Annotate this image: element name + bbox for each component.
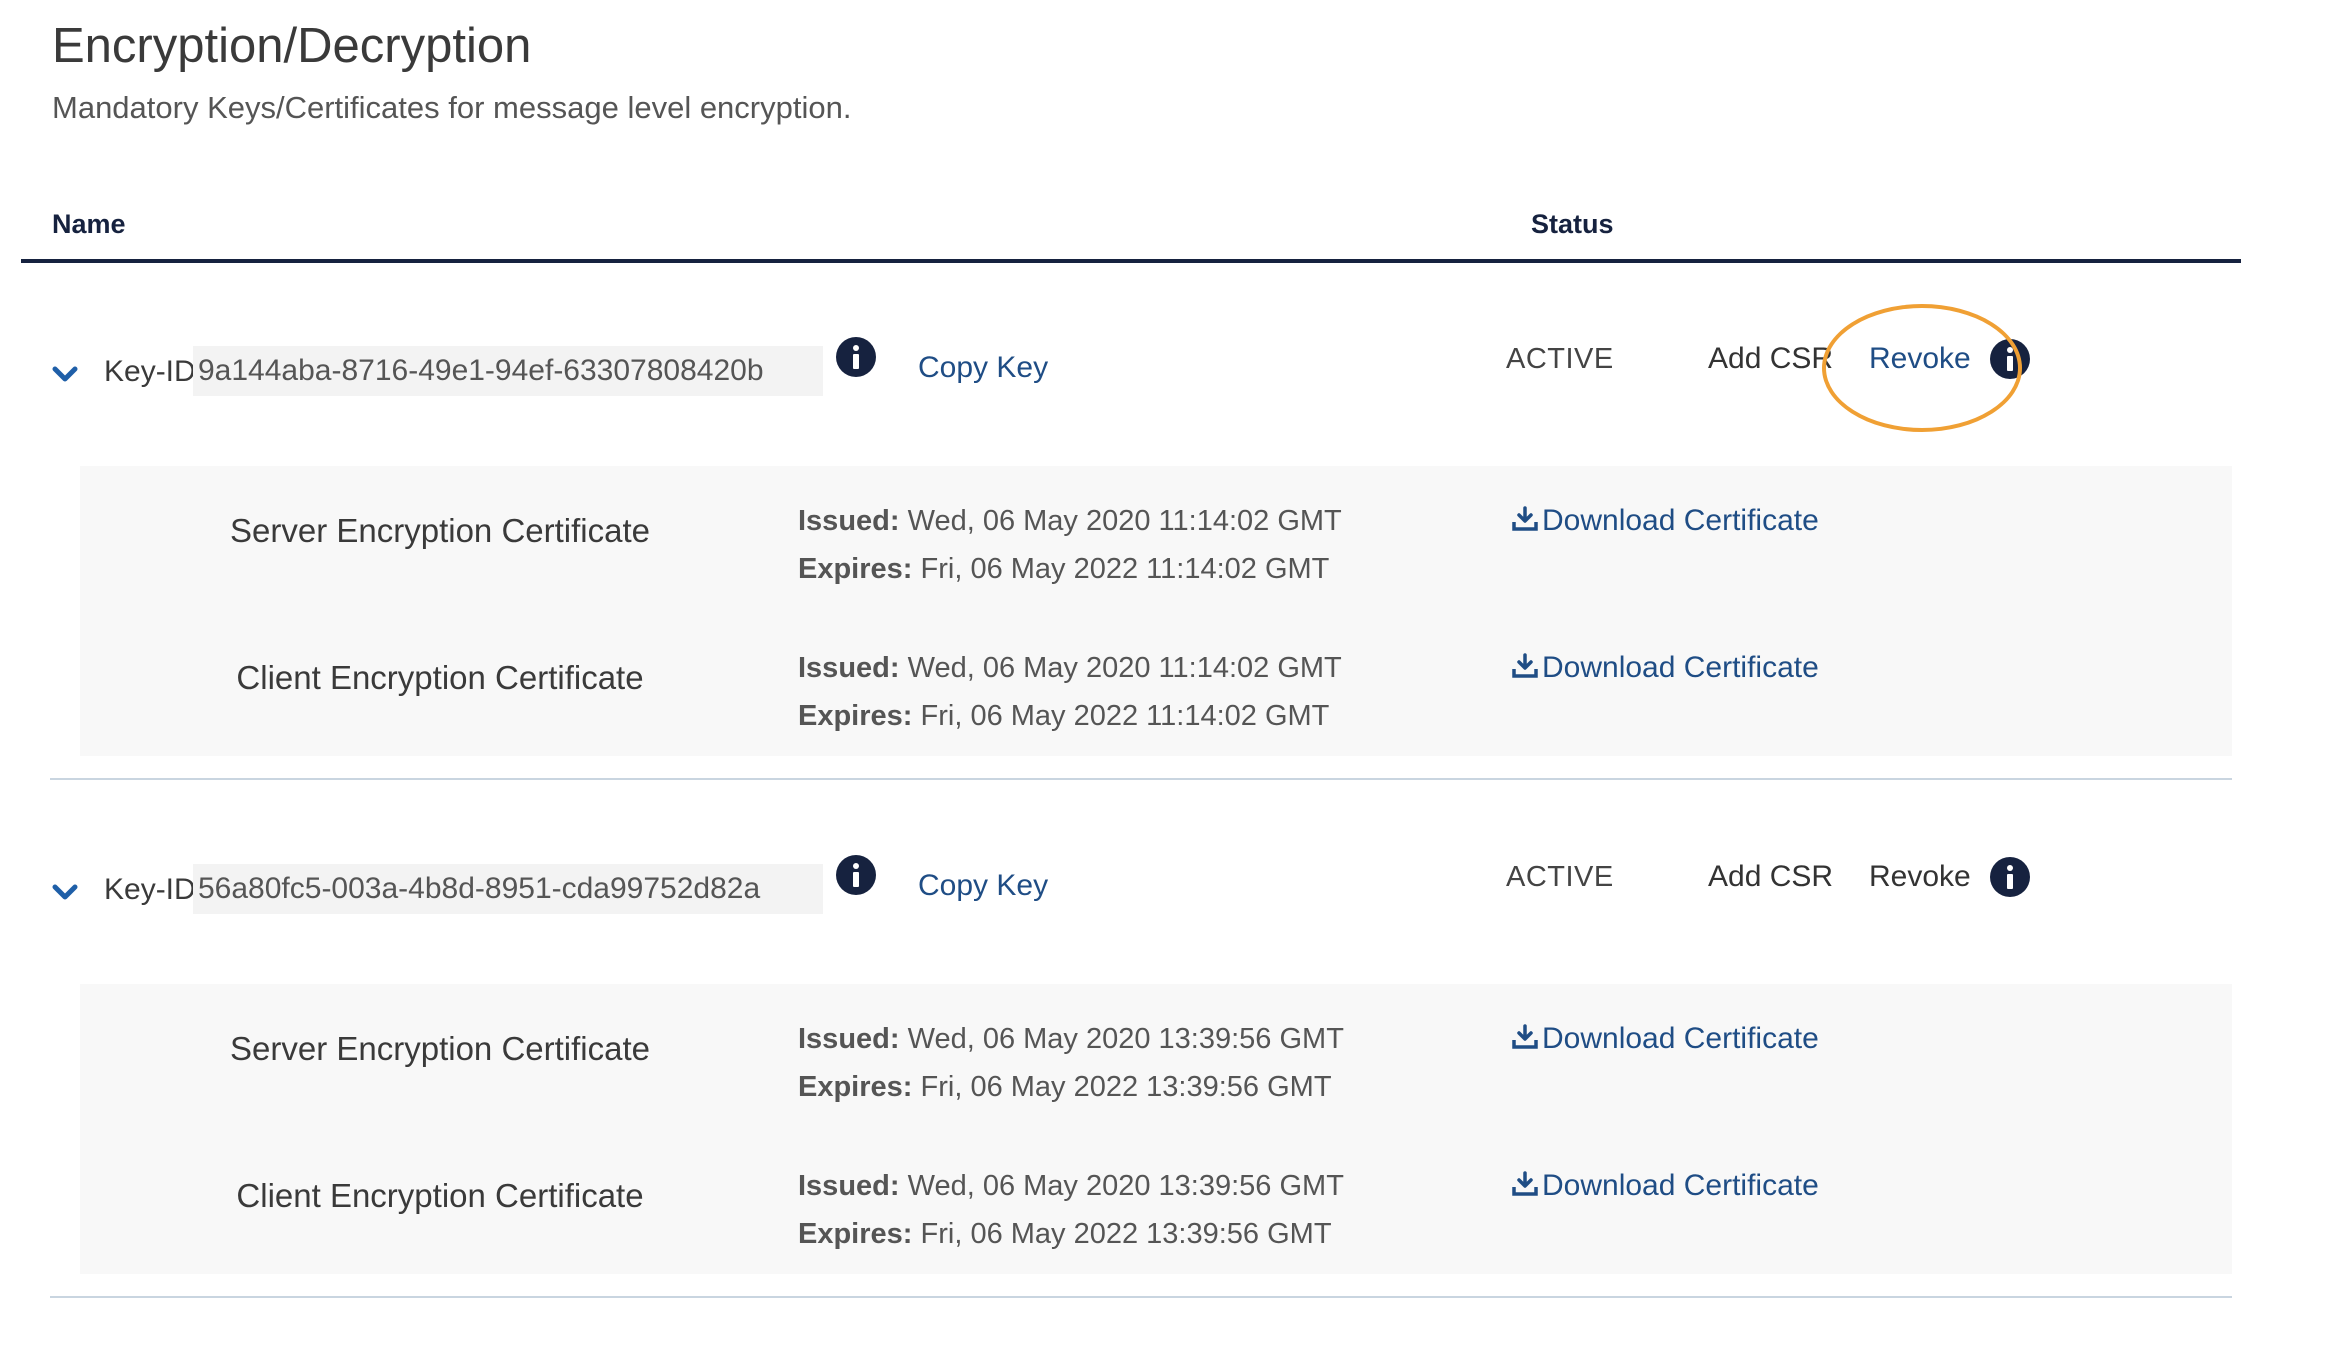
revoke-button[interactable]: Revoke — [1869, 857, 1971, 897]
download-icon — [1512, 653, 1538, 678]
column-header-status: Status — [1531, 209, 1614, 239]
row-divider — [50, 1296, 2232, 1298]
key-id-field[interactable]: 9a144aba-8716-49e1-94ef-63307808420b — [193, 346, 823, 396]
issued-date: Wed, 06 May 2020 13:39:56 GMT — [907, 1023, 1344, 1055]
download-certificate-label: Download Certificate — [1542, 651, 1819, 684]
issued-date: Wed, 06 May 2020 13:39:56 GMT — [907, 1170, 1344, 1202]
chevron-down-icon[interactable] — [50, 359, 80, 389]
row-divider — [50, 778, 2232, 780]
certificate-dates: Issued: Wed, 06 May 2020 13:39:56 GMT Ex… — [798, 1162, 1344, 1258]
download-certificate-label: Download Certificate — [1542, 504, 1819, 537]
certificate-panel: Server Encryption Certificate Issued: We… — [80, 984, 2232, 1274]
chevron-down-icon[interactable] — [50, 877, 80, 907]
expires-label: Expires: — [798, 1218, 913, 1250]
column-header-name: Name — [52, 209, 126, 239]
issued-label: Issued: — [798, 1023, 900, 1055]
download-certificate-link[interactable]: Download Certificate — [1512, 1019, 1819, 1059]
download-icon — [1512, 506, 1538, 531]
header-divider — [21, 259, 2241, 263]
info-icon[interactable] — [836, 337, 876, 377]
expires-date: Fri, 06 May 2022 11:14:02 GMT — [920, 700, 1330, 732]
info-icon[interactable] — [836, 855, 876, 895]
expires-label: Expires: — [798, 1071, 913, 1103]
issued-label: Issued: — [798, 652, 900, 684]
download-icon — [1512, 1171, 1538, 1196]
download-certificate-label: Download Certificate — [1542, 1169, 1819, 1202]
key-id-value: 9a144aba-8716-49e1-94ef-63307808420b — [198, 354, 764, 387]
issued-label: Issued: — [798, 505, 900, 537]
certificate-name: Server Encryption Certificate — [230, 1030, 650, 1067]
page-title: Encryption/Decryption — [52, 19, 532, 73]
info-icon[interactable] — [1990, 857, 2030, 897]
certificate-dates: Issued: Wed, 06 May 2020 11:14:02 GMT Ex… — [798, 644, 1342, 740]
status-text: ACTIVE — [1506, 343, 1614, 375]
expires-date: Fri, 06 May 2022 13:39:56 GMT — [920, 1071, 1332, 1103]
expires-date: Fri, 06 May 2022 11:14:02 GMT — [920, 553, 1330, 585]
download-certificate-link[interactable]: Download Certificate — [1512, 501, 1819, 541]
key-row: Key-ID: 56a80fc5-003a-4b8d-8951-cda99752… — [0, 842, 2341, 942]
certificate-dates: Issued: Wed, 06 May 2020 11:14:02 GMT Ex… — [798, 497, 1342, 593]
add-csr-button[interactable]: Add CSR — [1708, 857, 1833, 897]
copy-key-button[interactable]: Copy Key — [918, 348, 1048, 388]
issued-label: Issued: — [798, 1170, 900, 1202]
certificate-name: Client Encryption Certificate — [236, 659, 644, 696]
certificate-name: Client Encryption Certificate — [236, 1177, 644, 1214]
expires-label: Expires: — [798, 553, 913, 585]
key-id-label: Key-ID: — [104, 355, 205, 388]
certificate-dates: Issued: Wed, 06 May 2020 13:39:56 GMT Ex… — [798, 1015, 1344, 1111]
page-subtitle: Mandatory Keys/Certificates for message … — [52, 90, 852, 125]
expires-label: Expires: — [798, 700, 913, 732]
download-certificate-link[interactable]: Download Certificate — [1512, 1166, 1819, 1206]
download-certificate-label: Download Certificate — [1542, 1022, 1819, 1055]
download-icon — [1512, 1024, 1538, 1049]
key-id-value: 56a80fc5-003a-4b8d-8951-cda99752d82a — [198, 872, 761, 905]
issued-date: Wed, 06 May 2020 11:14:02 GMT — [907, 505, 1342, 537]
status-text: ACTIVE — [1506, 861, 1614, 893]
revoke-highlight-circle — [1822, 304, 2022, 432]
key-id-label: Key-ID: — [104, 873, 205, 906]
download-certificate-link[interactable]: Download Certificate — [1512, 648, 1819, 688]
add-csr-button[interactable]: Add CSR — [1708, 339, 1833, 379]
certificate-panel: Server Encryption Certificate Issued: We… — [80, 466, 2232, 756]
issued-date: Wed, 06 May 2020 11:14:02 GMT — [907, 652, 1342, 684]
certificate-name: Server Encryption Certificate — [230, 512, 650, 549]
expires-date: Fri, 06 May 2022 13:39:56 GMT — [920, 1218, 1332, 1250]
copy-key-button[interactable]: Copy Key — [918, 866, 1048, 906]
key-id-field[interactable]: 56a80fc5-003a-4b8d-8951-cda99752d82a — [193, 864, 823, 914]
